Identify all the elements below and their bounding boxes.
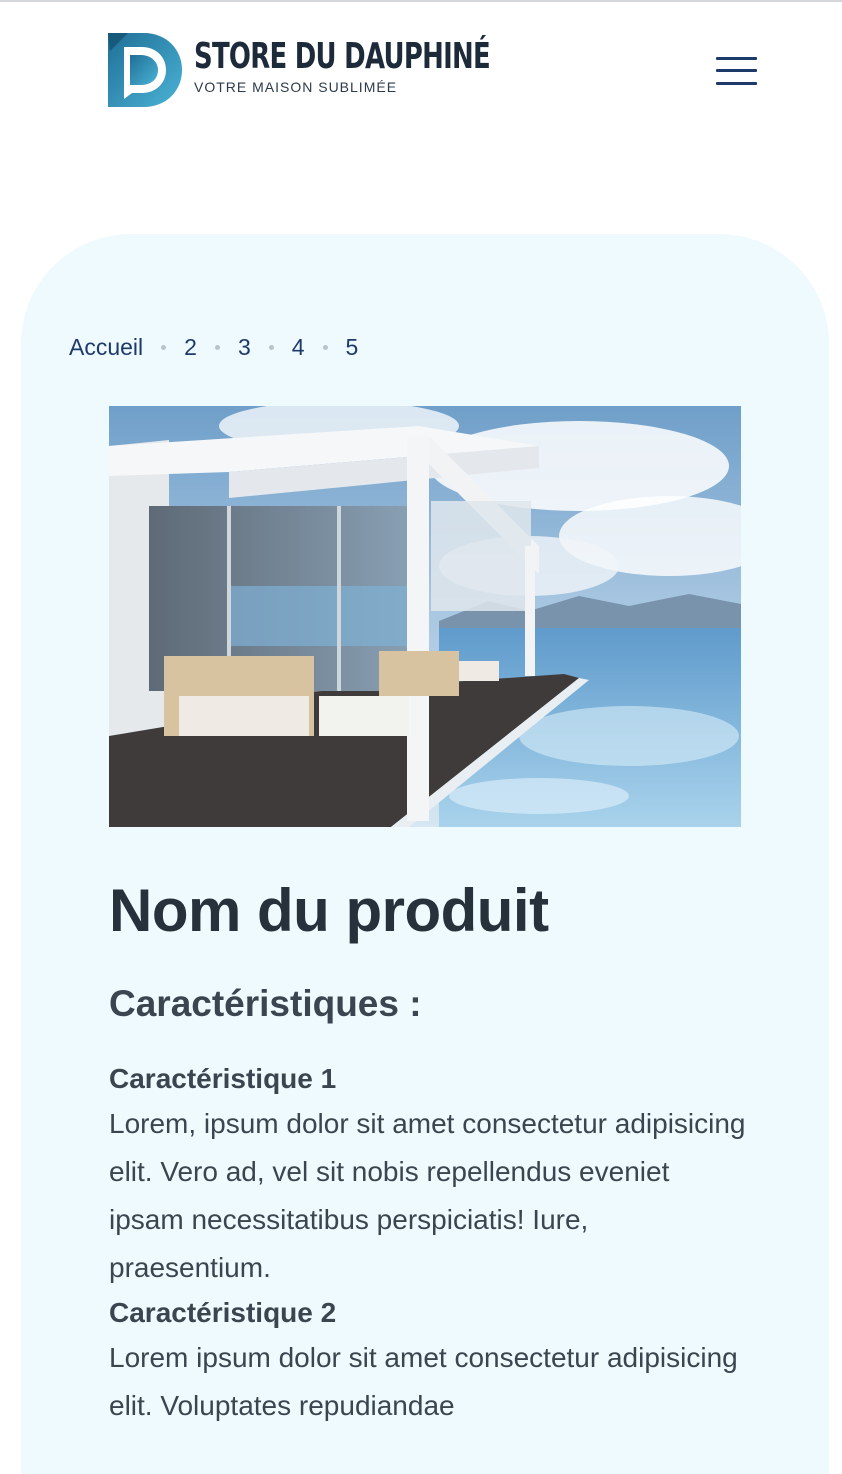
menu-bar bbox=[716, 57, 757, 60]
feature-item: Caractéristique 2 Lorem ipsum dolor sit … bbox=[109, 1292, 749, 1430]
breadcrumb-separator bbox=[214, 345, 220, 350]
feature-item: Caractéristique 1 Lorem, ipsum dolor sit… bbox=[109, 1058, 749, 1292]
site-logo[interactable]: STORE DU DAUPHINÉ VOTRE MAISON SUBLIMÉE bbox=[108, 33, 564, 107]
feature-text: Lorem ipsum dolor sit amet consectetur a… bbox=[109, 1342, 738, 1421]
product-title: Nom du produit bbox=[109, 877, 549, 944]
site-header: STORE DU DAUPHINÉ VOTRE MAISON SUBLIMÉE bbox=[0, 2, 842, 142]
hamburger-menu-icon[interactable] bbox=[716, 57, 758, 87]
breadcrumb-separator bbox=[161, 345, 167, 350]
feature-title: Caractéristique 1 bbox=[109, 1063, 337, 1094]
product-subtitle: Caractéristiques : bbox=[109, 983, 422, 1024]
feature-list: Caractéristique 1 Lorem, ipsum dolor sit… bbox=[109, 1058, 749, 1430]
breadcrumb-item-5[interactable]: 5 bbox=[346, 334, 359, 361]
breadcrumb-separator bbox=[322, 345, 328, 350]
breadcrumb-home[interactable]: Accueil bbox=[69, 334, 143, 361]
breadcrumb-item-2[interactable]: 2 bbox=[184, 334, 197, 361]
breadcrumb-separator bbox=[268, 345, 274, 350]
brand-tagline: VOTRE MAISON SUBLIMÉE bbox=[194, 79, 398, 95]
breadcrumb-item-4[interactable]: 4 bbox=[292, 334, 305, 361]
feature-title: Caractéristique 2 bbox=[109, 1297, 337, 1328]
menu-bar bbox=[716, 69, 757, 72]
breadcrumb-item-3[interactable]: 3 bbox=[238, 334, 251, 361]
logo-d-icon bbox=[108, 33, 182, 107]
breadcrumb: Accueil 2 3 4 5 bbox=[69, 334, 358, 361]
product-image bbox=[109, 406, 741, 827]
feature-text: Lorem, ipsum dolor sit amet consectetur … bbox=[109, 1108, 746, 1283]
brand-name: STORE DU DAUPHINÉ bbox=[194, 36, 491, 77]
menu-bar bbox=[716, 82, 757, 85]
